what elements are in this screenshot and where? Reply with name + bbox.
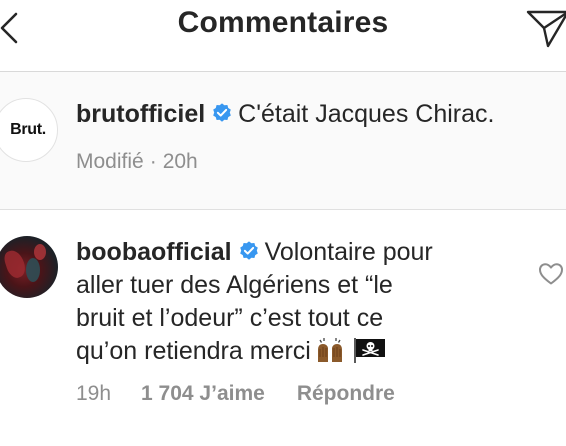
avatar[interactable] bbox=[0, 236, 58, 298]
header-bar: Commentaires bbox=[0, 0, 566, 60]
caption-time: 20h bbox=[162, 150, 198, 173]
likes-count-button[interactable]: 1 704 J’aime bbox=[141, 382, 265, 405]
verified-badge-icon bbox=[239, 241, 258, 260]
paper-plane-icon[interactable] bbox=[524, 6, 566, 48]
comment-username[interactable]: boobaofficial bbox=[76, 238, 232, 266]
pirate-flag-emoji-icon bbox=[353, 338, 385, 363]
comment-line: qu’on retiendra merci bbox=[76, 335, 506, 368]
comment-text-line: Volontaire pour bbox=[264, 238, 433, 266]
caption-meta: Modifié · 20h bbox=[76, 150, 198, 174]
verified-badge-icon bbox=[213, 103, 231, 122]
comment-text: boobaofficial Volontaire pour aller tuer… bbox=[76, 236, 506, 368]
brut-logo: Brut. bbox=[10, 121, 46, 138]
comment-text-line: bruit et l’odeur” c’est tout ce bbox=[76, 304, 384, 332]
caption-username[interactable]: brutofficiel bbox=[76, 100, 205, 128]
comment-time: 19h bbox=[76, 382, 112, 405]
meta-separator: · bbox=[149, 150, 157, 173]
avatar[interactable]: Brut. bbox=[0, 98, 58, 162]
heart-icon[interactable] bbox=[538, 262, 564, 286]
comment-line: boobaofficial Volontaire pour bbox=[76, 236, 506, 269]
comment-text-line: aller tuer des Algériens et “le bbox=[76, 271, 393, 299]
caption-body: C'était Jacques Chirac. bbox=[238, 100, 495, 128]
edited-label: Modifié bbox=[76, 150, 144, 173]
reply-button[interactable]: Répondre bbox=[297, 382, 395, 405]
caption-section: Brut. brutofficiel C'était Jacques Chira… bbox=[0, 72, 566, 209]
section-divider bbox=[0, 209, 566, 210]
comment-text-line: qu’on retiendra merci bbox=[76, 337, 311, 365]
caption-text: brutofficiel C'était Jacques Chirac. bbox=[76, 98, 494, 131]
page-title: Commentaires bbox=[177, 6, 389, 39]
comment-actions: 19h 1 704 J’aime Répondre bbox=[76, 382, 395, 406]
raised-hands-emoji-icon bbox=[317, 338, 342, 362]
